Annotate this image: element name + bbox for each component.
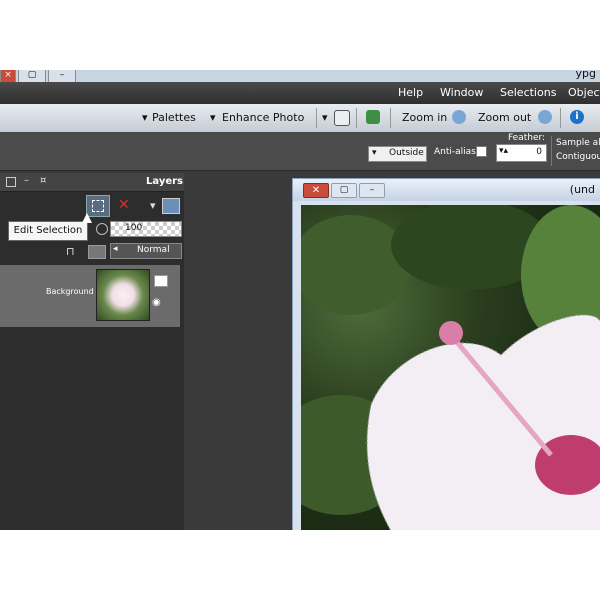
info-icon[interactable]: i [570, 110, 584, 124]
import-icon[interactable] [366, 110, 380, 124]
blend-mode-value: Normal [137, 245, 170, 255]
tooltip: Edit Selection [8, 221, 88, 241]
doc-minimize-button[interactable]: – [359, 183, 385, 198]
hibiscus-photo [301, 205, 600, 530]
tool-options-bar: ▾ Outside Anti-alias ▾▴ 0 Feather: Sampl… [0, 132, 600, 171]
spinner-arrows-icon: ▾▴ [499, 146, 509, 156]
layers-title: Layers [146, 176, 183, 187]
dropdown-arrow-icon: ◂ [113, 244, 118, 254]
mode-value: Outside [389, 148, 424, 158]
doc-close-button[interactable]: ✕ [303, 183, 329, 198]
pin-icon[interactable]: ¤ [40, 175, 46, 186]
doc-maximize-button[interactable]: ▢ [331, 183, 357, 198]
menu-help[interactable]: Help [398, 86, 423, 99]
document-title-bar: ✕ ▢ – (und [293, 179, 600, 201]
layer-thumbnail [96, 269, 150, 321]
image-document-window: ✕ ▢ – (und [292, 178, 600, 530]
leaf-shape [301, 215, 411, 315]
blend-mode-dropdown[interactable]: ◂ Normal [110, 243, 182, 259]
delete-layer-icon[interactable]: ✕ [118, 197, 136, 215]
toolbar-separator [390, 108, 391, 128]
zoom-in-button[interactable]: Zoom in [402, 111, 447, 124]
layer-name: Background [46, 287, 94, 296]
visibility-eye-icon[interactable]: ◉ [152, 297, 161, 308]
layer-type-icon [154, 275, 168, 287]
opacity-value: 100 [125, 223, 143, 233]
contiguous-label: Contiguous [556, 152, 600, 162]
minimize-panel-icon[interactable]: – [24, 175, 29, 186]
menu-bar: Help Window Selections Objects [0, 82, 600, 104]
window-title: ypg [575, 70, 596, 80]
selection-icon [92, 200, 104, 212]
antialias-checkbox[interactable] [476, 146, 487, 157]
dropdown-arrow-icon: ▾ [372, 148, 377, 158]
mode-dropdown[interactable]: ▾ Outside [368, 146, 427, 162]
new-layer-arrow[interactable]: ▾ [150, 199, 156, 212]
feather-spinner[interactable]: ▾▴ 0 [496, 144, 547, 162]
feather-value: 0 [536, 147, 542, 157]
enhance-photo-arrow[interactable]: ▾ [210, 111, 216, 124]
delete-mark: ✕ [118, 197, 130, 213]
menu-objects[interactable]: Objects [568, 86, 600, 99]
options-separator [551, 136, 552, 166]
zoom-out-button[interactable]: Zoom out [478, 111, 531, 124]
toolbar: ▾ Palettes ▾ Enhance Photo ▾ Zoom in Zoo… [0, 104, 600, 133]
lock-icon[interactable]: ⊓ [66, 245, 84, 258]
palettes-menu-arrow[interactable]: ▾ [142, 111, 148, 124]
sample-all-layers-label: Sample all layers [556, 138, 600, 148]
palettes-button[interactable]: Palettes [152, 111, 196, 124]
cursor-arrow-icon [82, 213, 92, 223]
lock-transparency-icon[interactable] [88, 245, 106, 259]
enhance-photo-button[interactable]: Enhance Photo [222, 111, 304, 124]
document-title: (und [569, 183, 595, 196]
magnifier-icon[interactable] [538, 110, 552, 124]
link-icon[interactable] [96, 223, 108, 235]
toolbar-separator [316, 108, 317, 128]
toolbar-separator [356, 108, 357, 128]
image-canvas[interactable] [301, 205, 600, 530]
windows-icon[interactable] [334, 110, 350, 126]
menu-window[interactable]: Window [440, 86, 483, 99]
stamen-tip [439, 321, 463, 345]
layers-palette: – ¤ Layers ✕ ▾ Edit Selection 100 ⊓ ◂ No… [0, 173, 184, 530]
flower-petals [366, 314, 600, 530]
menu-selections[interactable]: Selections [500, 86, 556, 99]
view-menu-arrow[interactable]: ▾ [322, 111, 328, 124]
feather-label: Feather: [508, 133, 546, 143]
lock-glyph: ⊓ [66, 245, 75, 258]
toolbar-separator [560, 108, 561, 128]
layer-row[interactable]: Background ◉ [0, 265, 180, 327]
magnifier-icon[interactable] [452, 110, 466, 124]
restore-icon[interactable] [6, 177, 16, 187]
layers-title-bar: – ¤ Layers [0, 173, 184, 192]
new-layer-icon[interactable] [162, 198, 180, 214]
antialias-label: Anti-alias [434, 147, 476, 157]
application-window: × ▢ – ypg Help Window Selections Objects… [0, 70, 600, 530]
title-bar: × ▢ – ypg [0, 70, 600, 83]
opacity-field[interactable]: 100 [110, 221, 182, 237]
